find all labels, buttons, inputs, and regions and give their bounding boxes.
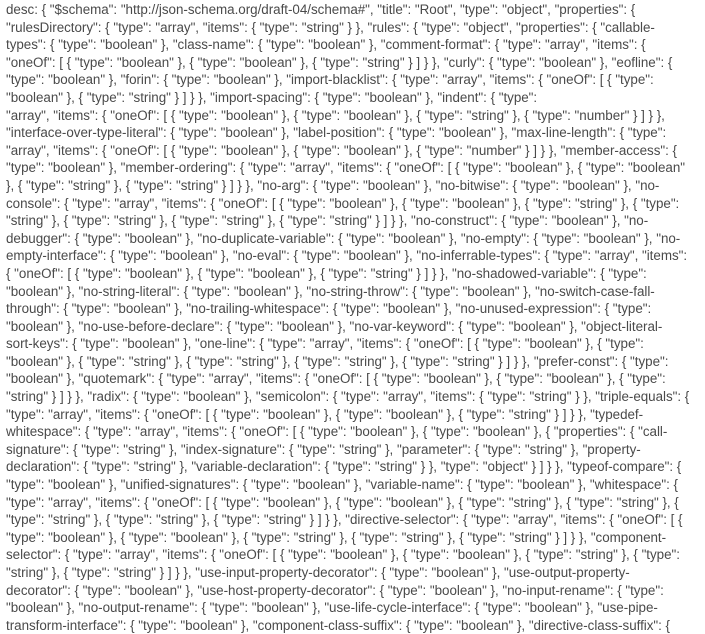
text-line: "boolean" }, "quotemark": { "type": "arr…	[6, 371, 666, 387]
document-page: desc: { "$schema": "http://json-schema.o…	[0, 0, 705, 634]
text-line: "boolean" }, "no-output-rename": { "type…	[6, 600, 658, 616]
text-line: "boolean" }, { "type": "string" } ] } },…	[6, 89, 538, 105]
text-line: through": { "type": "boolean" }, "no-tra…	[6, 301, 652, 317]
text-line: whitespace": { "type": "array", "items":…	[6, 424, 668, 440]
json-schema-description: desc: { "$schema": "http://json-schema.o…	[6, 1, 702, 634]
text-line: "type": "boolean" }, "unified-signatures…	[6, 477, 678, 493]
text-line: "string" } ] } }, "radix": { "type": "bo…	[6, 389, 690, 405]
text-line: "type": "boolean" }, "forin": { "type": …	[6, 72, 654, 88]
text-line: signature": { "type": "string" }, "index…	[6, 441, 641, 457]
text-line: "type": "boolean" }, "member-ordering": …	[6, 160, 686, 176]
text-line: "type": "array", "items": { "oneOf": [ {…	[6, 494, 679, 510]
text-line: "oneOf": [ { "type": "boolean" }, { "typ…	[6, 54, 673, 70]
text-line: decorator": { "type": "boolean" }, "use-…	[6, 582, 664, 598]
text-line: "type": "string" }, { "type": "string" }…	[6, 512, 683, 528]
text-line: "boolean" }, { "type": "string" }, { "ty…	[6, 353, 669, 369]
text-line: transform-interface": { "type": "boolean…	[6, 617, 671, 633]
text-line: "interface-over-type-literal": { "type":…	[6, 125, 667, 141]
text-line: selector": { "type": "array", "items": {…	[6, 547, 680, 563]
text-line: "array", "items": { "oneOf": [ { "type":…	[6, 107, 665, 123]
text-line: "string" }, { "type": "string" }, { "typ…	[6, 213, 649, 229]
text-line: "type": "array", "items": { "oneOf": [ {…	[6, 406, 644, 422]
text-line: "string" }, { "type": "string" } ] } }, …	[6, 565, 630, 580]
text-line: "rulesDirectory": { "type": "array", "it…	[6, 19, 655, 35]
text-line: "array", "items": { "oneOf": [ { "type":…	[6, 142, 677, 158]
text-line: desc: { "$schema": "http://json-schema.o…	[6, 2, 636, 17]
text-line: "boolean" }, "no-use-before-declare": { …	[6, 318, 663, 334]
text-line: }, { "type": "string" }, { "type": "stri…	[6, 177, 660, 193]
text-line: debugger": { "type": "boolean" }, "no-du…	[6, 230, 681, 246]
text-line: declaration": { "type": "string" }, "var…	[6, 459, 682, 475]
text-line: "type": "boolean" }, { "type": "boolean"…	[6, 529, 667, 545]
text-line: empty-interface": { "type": "boolean" },…	[6, 248, 688, 264]
text-line: sort-keys": { "type": "boolean" }, "one-…	[6, 336, 644, 352]
text-line: types": { "type": "boolean" }, "class-na…	[6, 37, 646, 53]
text-line: "boolean" }, "no-string-literal": { "typ…	[6, 283, 655, 299]
text-line: { "oneOf": [ { "type": "boolean" }, { "t…	[6, 265, 647, 281]
text-line: console": { "type": "array", "items": { …	[6, 195, 680, 211]
